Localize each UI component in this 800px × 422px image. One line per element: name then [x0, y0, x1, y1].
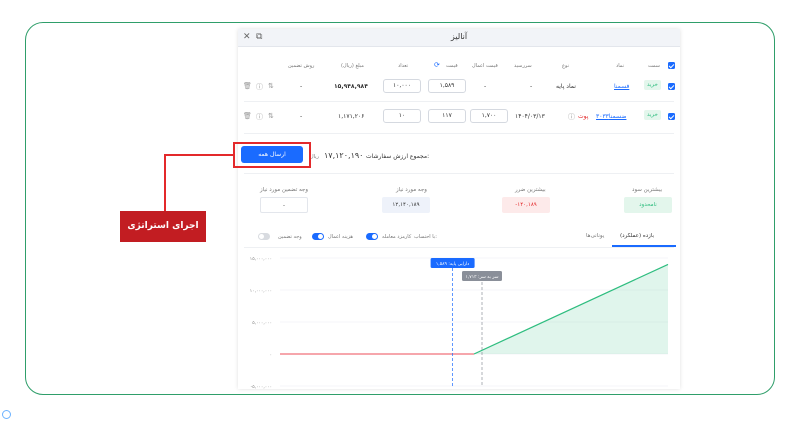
- highlight-box: [233, 142, 311, 168]
- y-tick-label: ۱۵,۰۰۰,۰۰۰: [250, 257, 272, 262]
- y-tick-label: -۵,۰۰۰,۰۰۰: [251, 385, 272, 390]
- callout-connector: [164, 154, 234, 156]
- brand-icon: [2, 410, 11, 419]
- y-tick-label: ۱۰,۰۰۰,۰۰۰: [250, 289, 272, 294]
- y-tick-label: ۵,۰۰۰,۰۰۰: [252, 321, 272, 326]
- callout-label: اجرای استراتژی: [120, 211, 206, 242]
- y-tick-label: ۰: [270, 353, 272, 358]
- spot-label: دارایی پایه: ۱,۵۸۹: [436, 262, 469, 267]
- breakeven-label: سر به سر: ۱,۷۱۳: [465, 274, 498, 280]
- callout-connector: [164, 154, 166, 212]
